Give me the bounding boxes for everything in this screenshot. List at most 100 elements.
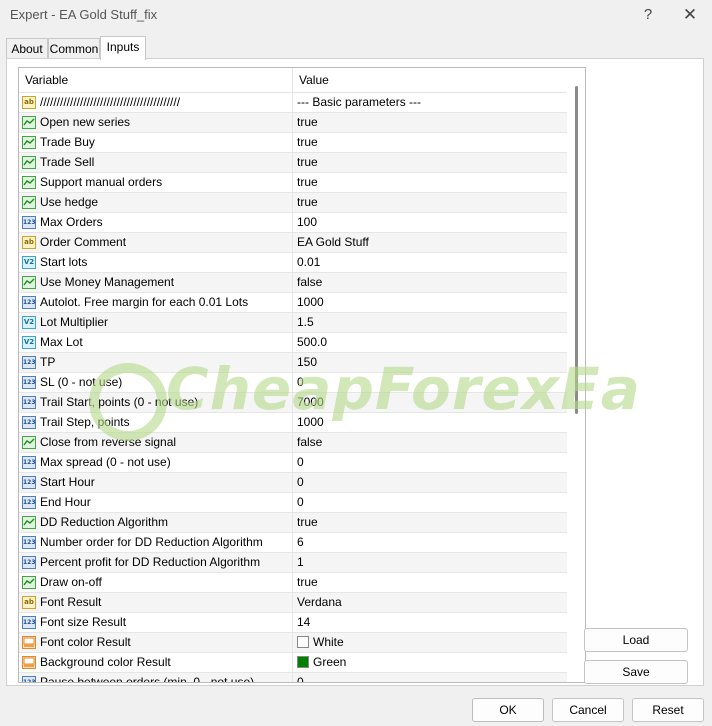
table-row[interactable]: Use hedge true: [19, 193, 567, 213]
table-row[interactable]: Font color Result White: [19, 633, 567, 653]
table-row[interactable]: 123 Pause between orders (min. 0 - not us…: [19, 673, 567, 682]
column-header-variable[interactable]: Variable: [19, 68, 285, 92]
variable-value[interactable]: true: [297, 573, 318, 592]
variable-name: Percent profit for DD Reduction Algorith…: [40, 555, 261, 569]
variable-value[interactable]: 0: [297, 473, 304, 492]
reset-button[interactable]: Reset: [632, 698, 704, 722]
table-row[interactable]: 123 Trail Start, points (0 - not use) 7000: [19, 393, 567, 413]
variable-value[interactable]: 0: [297, 493, 304, 512]
cell-divider: [292, 293, 293, 312]
variable-value[interactable]: 6: [297, 533, 304, 552]
table-row[interactable]: DD Reduction Algorithm true: [19, 513, 567, 533]
variable-value[interactable]: false: [297, 273, 322, 292]
bool-icon: [22, 176, 36, 189]
scrollbar-thumb[interactable]: [575, 86, 578, 414]
table-row[interactable]: Close from reverse signal false: [19, 433, 567, 453]
column-header-value[interactable]: Value: [293, 68, 559, 92]
variable-name: Font Result: [40, 595, 102, 609]
tab-common[interactable]: Common: [48, 38, 100, 59]
variable-value[interactable]: 1000: [297, 413, 324, 432]
variable-value[interactable]: --- Basic parameters ---: [297, 93, 421, 112]
table-row[interactable]: V2 Lot Multiplier 1.5: [19, 313, 567, 333]
table-row[interactable]: 123 Font size Result 14: [19, 613, 567, 633]
color-swatch[interactable]: [297, 636, 309, 648]
color-icon: [22, 636, 36, 649]
integer-icon: 123: [22, 616, 36, 629]
table-row[interactable]: Use Money Management false: [19, 273, 567, 293]
variable-value[interactable]: 0: [297, 373, 304, 392]
table-row[interactable]: V2 Max Lot 500.0: [19, 333, 567, 353]
cell-divider: [292, 573, 293, 592]
inputs-panel: Variable Value ab ///////////////////////…: [6, 58, 704, 686]
variable-value[interactable]: 500.0: [297, 333, 327, 352]
table-row[interactable]: V2 Start lots 0.01: [19, 253, 567, 273]
variable-value[interactable]: false: [297, 433, 322, 452]
variable-value[interactable]: 7000: [297, 393, 324, 412]
table-row[interactable]: 123 Percent profit for DD Reduction Algor…: [19, 553, 567, 573]
variable-value[interactable]: 0: [297, 673, 304, 682]
variable-value[interactable]: true: [297, 193, 318, 212]
table-row[interactable]: ab Order Comment EA Gold Stuff: [19, 233, 567, 253]
variable-value[interactable]: 100: [297, 213, 317, 232]
save-button[interactable]: Save: [584, 660, 688, 684]
variable-value[interactable]: Green: [313, 653, 346, 672]
window-title: Expert - EA Gold Stuff_fix: [10, 7, 158, 22]
variable-value[interactable]: EA Gold Stuff: [297, 233, 369, 252]
table-row[interactable]: 123 Trail Step, points 1000: [19, 413, 567, 433]
cell-divider: [292, 193, 293, 212]
tab-about[interactable]: About: [6, 38, 48, 59]
variable-name: Max Orders: [40, 215, 103, 229]
table-row[interactable]: 123 Number order for DD Reduction Algorit…: [19, 533, 567, 553]
variable-value[interactable]: true: [297, 153, 318, 172]
variable-value[interactable]: true: [297, 133, 318, 152]
table-row[interactable]: ab Font Result Verdana: [19, 593, 567, 613]
vertical-scrollbar[interactable]: [568, 68, 585, 682]
variable-name: Order Comment: [40, 235, 127, 249]
help-icon[interactable]: ?: [636, 4, 660, 26]
table-row[interactable]: Background color Result Green: [19, 653, 567, 673]
variable-value[interactable]: true: [297, 513, 318, 532]
table-row[interactable]: 123 TP 150: [19, 353, 567, 373]
cell-divider: [292, 593, 293, 612]
cell-divider: [292, 173, 293, 192]
table-row[interactable]: 123 Max spread (0 - not use) 0: [19, 453, 567, 473]
variable-name: Start Hour: [40, 475, 95, 489]
variable-name: Max Lot: [40, 335, 83, 349]
table-row[interactable]: 123 End Hour 0: [19, 493, 567, 513]
variable-name: Max spread (0 - not use): [40, 455, 171, 469]
variable-value[interactable]: true: [297, 173, 318, 192]
variable-name: Trade Sell: [40, 155, 95, 169]
integer-icon: 123: [22, 356, 36, 369]
variable-value[interactable]: White: [313, 633, 344, 652]
variable-value[interactable]: true: [297, 113, 318, 132]
cell-divider: [292, 153, 293, 172]
table-row[interactable]: Trade Sell true: [19, 153, 567, 173]
variable-value[interactable]: 0: [297, 453, 304, 472]
integer-icon: 123: [22, 536, 36, 549]
variable-value[interactable]: 1000: [297, 293, 324, 312]
variable-value[interactable]: 1.5: [297, 313, 314, 332]
cell-divider: [292, 673, 293, 682]
table-row[interactable]: ab //////////////////////////////////////…: [19, 93, 567, 113]
variable-value[interactable]: 150: [297, 353, 317, 372]
table-row[interactable]: Trade Buy true: [19, 133, 567, 153]
table-header: Variable Value: [19, 68, 567, 93]
table-row[interactable]: 123 Autolot. Free margin for each 0.01 Lo…: [19, 293, 567, 313]
cancel-button[interactable]: Cancel: [552, 698, 624, 722]
variable-value[interactable]: 0.01: [297, 253, 320, 272]
table-row[interactable]: Open new series true: [19, 113, 567, 133]
color-swatch[interactable]: [297, 656, 309, 668]
table-row[interactable]: Draw on-off true: [19, 573, 567, 593]
table-row[interactable]: 123 Start Hour 0: [19, 473, 567, 493]
table-row[interactable]: 123 Max Orders 100: [19, 213, 567, 233]
variable-value[interactable]: 14: [297, 613, 310, 632]
tab-inputs[interactable]: Inputs: [100, 36, 146, 60]
load-button[interactable]: Load: [584, 628, 688, 652]
table-row[interactable]: 123 SL (0 - not use) 0: [19, 373, 567, 393]
variable-value[interactable]: 1: [297, 553, 304, 572]
close-icon[interactable]: ✕: [678, 4, 702, 26]
table-row[interactable]: Support manual orders true: [19, 173, 567, 193]
variable-value[interactable]: Verdana: [297, 593, 342, 612]
ok-button[interactable]: OK: [472, 698, 544, 722]
cell-divider: [292, 493, 293, 512]
